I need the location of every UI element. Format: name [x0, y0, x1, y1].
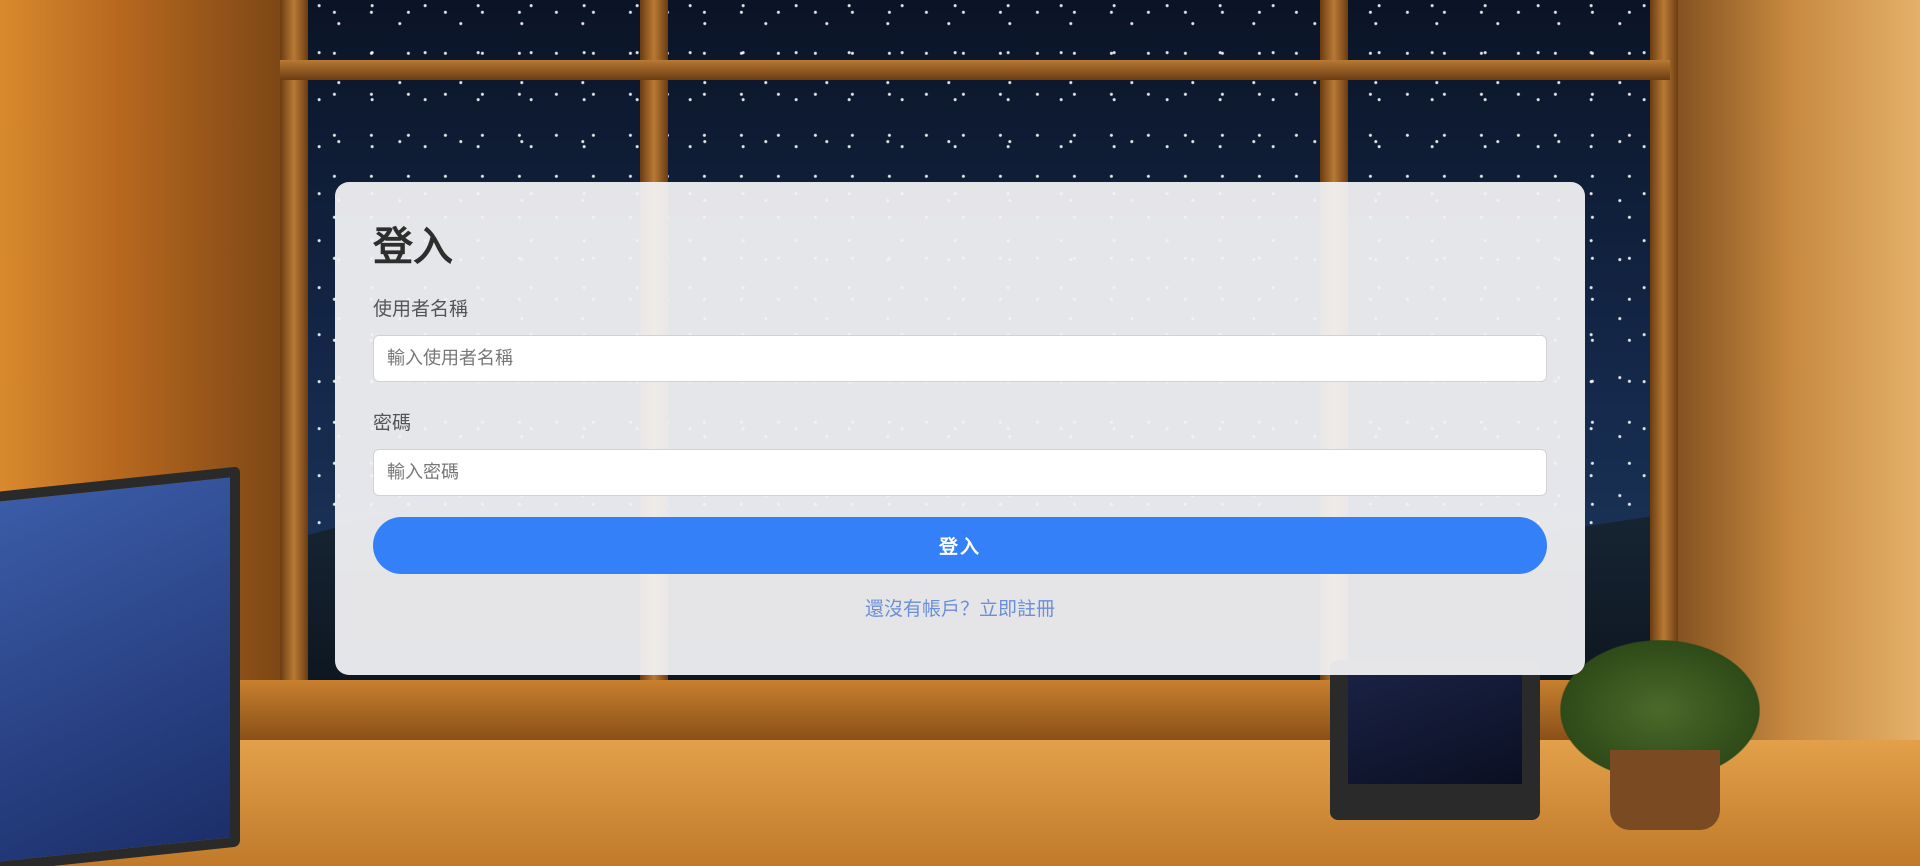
- username-label: 使用者名稱: [373, 298, 469, 320]
- plant-pot: [1610, 750, 1720, 830]
- small-tv: [1330, 660, 1540, 820]
- page-title: 登入: [373, 224, 453, 270]
- window-frame: [280, 0, 308, 700]
- password-input[interactable]: [373, 449, 1547, 496]
- window-frame: [280, 60, 1670, 80]
- username-input[interactable]: [373, 335, 1547, 382]
- password-label: 密碼: [373, 412, 412, 434]
- login-button[interactable]: 登入: [373, 517, 1547, 574]
- register-link[interactable]: 還沒有帳戶？立即註冊: [373, 594, 1547, 621]
- desktop-monitor: [0, 466, 240, 866]
- window-frame: [1650, 0, 1678, 700]
- login-card: 登入 使用者名稱 密碼 登入 還沒有帳戶？立即註冊: [335, 182, 1585, 675]
